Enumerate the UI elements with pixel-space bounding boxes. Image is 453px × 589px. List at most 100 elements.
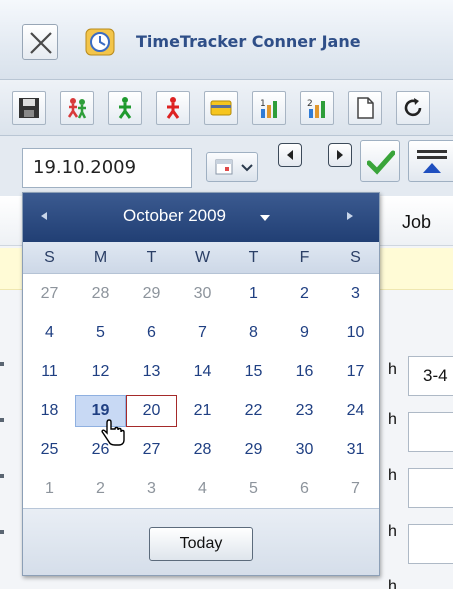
weekday-label: F <box>299 249 310 266</box>
card-button[interactable] <box>204 91 238 125</box>
month-selector[interactable]: October 2009 <box>123 206 226 226</box>
day-cell[interactable]: 6 <box>279 473 330 505</box>
day-cell[interactable]: 27 <box>126 434 177 466</box>
row-marker <box>0 530 4 534</box>
day-cell[interactable]: 23 <box>279 395 330 427</box>
day-cell[interactable]: 6 <box>126 317 177 349</box>
day-cell[interactable]: 5 <box>75 317 126 349</box>
calendar-header: October 2009 <box>23 193 379 242</box>
start-button[interactable] <box>108 91 142 125</box>
day-cell[interactable]: 13 <box>126 356 177 388</box>
sort-button[interactable] <box>408 140 453 182</box>
sort-icon <box>417 150 447 173</box>
weekday-label: S <box>350 249 361 266</box>
day-cell[interactable]: 28 <box>75 278 126 310</box>
main-toolbar: 1 2 <box>0 80 453 136</box>
next-day-button[interactable] <box>328 143 352 167</box>
close-icon <box>30 32 52 54</box>
close-button[interactable] <box>22 24 58 60</box>
date-picker-popup: October 2009 SMTWTFS 27 28 29 30 1 2 3 4 5 6 7 8 9 10… <box>22 192 380 576</box>
day-cell[interactable]: 1 <box>24 473 75 505</box>
row-job-input[interactable]: 3-4 <box>408 356 453 396</box>
walker-red-icon <box>166 97 180 119</box>
row-hours-label: h <box>388 523 397 540</box>
day-cell[interactable]: 14 <box>177 356 228 388</box>
save-button[interactable] <box>12 91 46 125</box>
row-hours-label: h <box>388 467 397 484</box>
day-cell[interactable]: 28 <box>177 434 228 466</box>
day-cell[interactable]: 3 <box>330 278 381 310</box>
day-cell[interactable]: 30 <box>279 434 330 466</box>
row-job-input[interactable] <box>408 468 453 508</box>
day-cell[interactable]: 12 <box>75 356 126 388</box>
chart-1-icon: 1 <box>260 99 277 118</box>
row-marker <box>0 362 4 366</box>
day-cell[interactable]: 22 <box>228 395 279 427</box>
checkmark-icon <box>367 150 395 175</box>
title-bar: TimeTracker Conner Jane <box>0 0 453 80</box>
column-header-job: Job <box>402 212 432 232</box>
arrow-right-icon <box>347 212 353 220</box>
window-title: TimeTracker Conner Jane <box>136 32 361 51</box>
row-hours-label: h <box>388 411 397 428</box>
day-cell[interactable]: 29 <box>126 278 177 310</box>
stop-button[interactable] <box>156 91 190 125</box>
day-cell[interactable]: 31 <box>330 434 381 466</box>
row-job-input[interactable] <box>408 412 453 452</box>
calendar-dropdown-button[interactable] <box>206 152 258 182</box>
weekday-label: T <box>248 249 259 266</box>
day-cell[interactable]: 1 <box>228 278 279 310</box>
team-button[interactable] <box>60 91 94 125</box>
row-marker <box>0 418 4 422</box>
day-cell-today[interactable]: 20 <box>126 395 177 427</box>
day-cell[interactable]: 18 <box>24 395 75 427</box>
chart-2-icon: 2 <box>307 99 325 118</box>
timetracker-logo-icon <box>85 28 115 56</box>
day-cell[interactable]: 8 <box>228 317 279 349</box>
new-document-button[interactable] <box>348 91 382 125</box>
weekday-header: SMTWTFS <box>23 242 379 274</box>
previous-day-button[interactable] <box>278 143 302 167</box>
arrow-left-icon <box>287 150 293 160</box>
day-cell[interactable]: 4 <box>177 473 228 505</box>
day-cell[interactable]: 2 <box>75 473 126 505</box>
day-cell[interactable]: 7 <box>177 317 228 349</box>
day-cell[interactable]: 21 <box>177 395 228 427</box>
confirm-button[interactable] <box>360 140 400 182</box>
day-cell[interactable]: 5 <box>228 473 279 505</box>
arrow-left-icon <box>41 212 47 220</box>
refresh-button[interactable] <box>396 91 430 125</box>
chevron-down-icon <box>241 164 253 172</box>
day-cell[interactable]: 3 <box>126 473 177 505</box>
date-field[interactable]: 19.10.2009 <box>22 148 192 188</box>
row-marker <box>0 474 4 478</box>
row-job-input[interactable] <box>408 524 453 564</box>
day-cell[interactable]: 10 <box>330 317 381 349</box>
chart-1-button[interactable]: 1 <box>252 91 286 125</box>
day-cell[interactable]: 30 <box>177 278 228 310</box>
day-cell[interactable]: 4 <box>24 317 75 349</box>
next-month-button[interactable] <box>343 209 357 223</box>
team-icon <box>67 98 87 119</box>
document-icon <box>357 97 374 119</box>
day-cell[interactable]: 15 <box>228 356 279 388</box>
chart-2-button[interactable]: 2 <box>300 91 334 125</box>
day-cell[interactable]: 2 <box>279 278 330 310</box>
day-cell[interactable]: 24 <box>330 395 381 427</box>
day-cell[interactable]: 17 <box>330 356 381 388</box>
day-cell[interactable]: 27 <box>24 278 75 310</box>
today-button[interactable]: Today <box>149 527 253 561</box>
day-cell[interactable]: 11 <box>24 356 75 388</box>
day-cell[interactable]: 25 <box>24 434 75 466</box>
day-cell[interactable]: 7 <box>330 473 381 505</box>
previous-month-button[interactable] <box>37 209 51 223</box>
row-hours-label: h <box>388 361 397 378</box>
row-hours-label: h <box>388 578 397 589</box>
weekday-label: W <box>194 249 211 266</box>
weekday-label: T <box>146 249 157 266</box>
day-cell[interactable]: 9 <box>279 317 330 349</box>
refresh-icon <box>404 98 422 117</box>
day-cell[interactable]: 16 <box>279 356 330 388</box>
hand-cursor-icon <box>101 419 125 446</box>
day-cell[interactable]: 29 <box>228 434 279 466</box>
